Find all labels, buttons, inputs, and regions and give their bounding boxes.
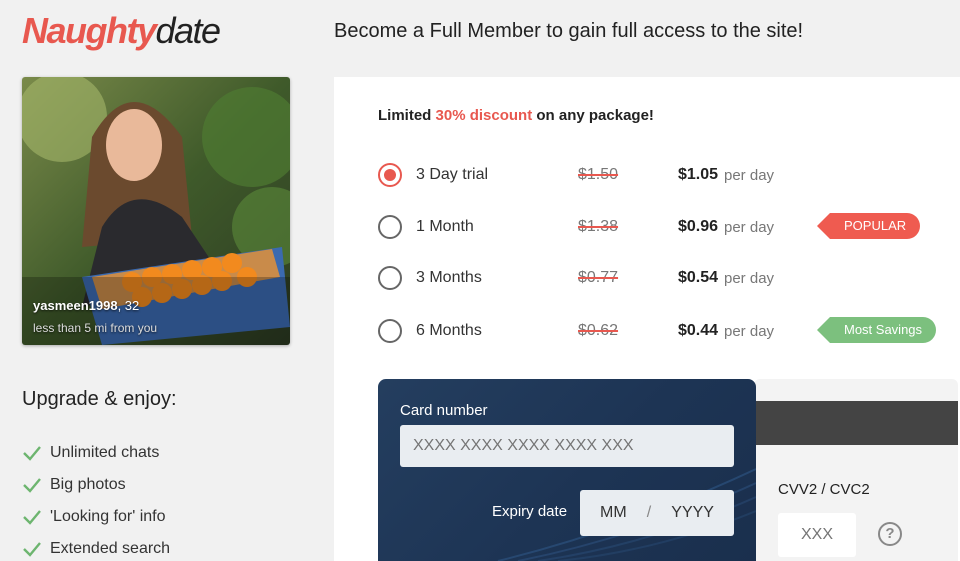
radio-button-selected[interactable] (378, 163, 402, 187)
plan-per-day: per day (724, 219, 775, 236)
profile-card[interactable]: yasmeen1998, 32 less than 5 mi from you (22, 77, 290, 345)
feature-item: Unlimited chats (22, 437, 170, 469)
upgrade-title: Upgrade & enjoy: (22, 388, 177, 410)
feature-item: 'Looking for' info (22, 501, 170, 533)
card-back: CVV2 / CVC2 ? (754, 379, 958, 561)
promo-discount: 30% discount (435, 107, 533, 124)
plan-option-6-months[interactable]: 6 Months $0.62 $0.44 per day Most Saving… (378, 317, 938, 347)
plan-option-3-months[interactable]: 3 Months $0.77 $0.54 per day (378, 264, 938, 294)
profile-name: yasmeen1998, 32 (33, 298, 139, 313)
plan-option-1-month[interactable]: 1 Month $1.38 $0.96 per day POPULAR (378, 213, 938, 243)
plan-new-price: $1.05 (678, 166, 719, 183)
card-number-label: Card number (400, 402, 488, 419)
plan-per-day: per day (724, 167, 775, 184)
check-icon (23, 510, 41, 525)
page-headline: Become a Full Member to gain full access… (334, 20, 804, 42)
plan-new-price: $0.96 (678, 218, 719, 235)
plan-name: 6 Months (416, 322, 482, 339)
card-number-input[interactable] (400, 425, 734, 467)
plan-name: 1 Month (416, 218, 474, 235)
feature-label: 'Looking for' info (50, 508, 166, 525)
plan-new-price: $0.44 (678, 322, 719, 339)
pricing-panel: Limited 30% discount on any package! 3 D… (334, 77, 960, 561)
radio-button[interactable] (378, 319, 402, 343)
feature-label: Extended search (50, 540, 171, 557)
expiry-year-input[interactable]: YYYY (671, 504, 714, 522)
profile-username: yasmeen1998 (33, 298, 118, 313)
profile-distance: less than 5 mi from you (33, 321, 158, 335)
plan-old-price: $0.77 (578, 269, 619, 286)
expiry-month-input[interactable]: MM (600, 504, 627, 522)
check-icon (23, 478, 41, 493)
expiry-date-field[interactable]: MM / YYYY (580, 490, 734, 536)
feature-item: Extended search (22, 533, 170, 561)
plan-name: 3 Day trial (416, 166, 489, 183)
magnetic-strip (754, 401, 958, 445)
plan-new-price: $0.54 (678, 269, 719, 286)
check-icon (23, 542, 41, 557)
question-circle-icon[interactable]: ? (878, 522, 902, 546)
logo-part-naughty: Naughty (22, 10, 157, 51)
feature-label: Big photos (50, 476, 126, 493)
feature-label: Unlimited chats (50, 444, 160, 461)
promo-text: Limited 30% discount on any package! (378, 107, 654, 124)
expiry-date-label: Expiry date (492, 503, 568, 520)
radio-button[interactable] (378, 215, 402, 239)
expiry-separator: / (646, 504, 652, 521)
check-icon (23, 446, 41, 461)
logo-part-date: date (155, 10, 222, 51)
feature-list: Unlimited chats Big photos 'Looking for'… (22, 437, 170, 561)
most-savings-badge: Most Savings (816, 317, 937, 343)
site-logo[interactable]: Naughtydate (22, 10, 222, 52)
profile-age: , 32 (117, 298, 140, 313)
plan-old-price: $1.38 (578, 218, 619, 235)
plan-option-3-day-trial[interactable]: 3 Day trial $1.50 $1.05 per day (378, 161, 938, 191)
plan-old-price: $0.62 (578, 322, 619, 339)
feature-item: Big photos (22, 469, 170, 501)
plan-per-day: per day (724, 270, 775, 287)
plan-name: 3 Months (416, 269, 482, 286)
card-front: Card number Expiry date MM / YYYY (378, 379, 756, 561)
promo-suffix: on any package! (532, 107, 654, 124)
plan-per-day: per day (724, 323, 775, 340)
cvv-input[interactable] (778, 513, 856, 557)
popular-badge: POPULAR (816, 213, 921, 239)
radio-button[interactable] (378, 266, 402, 290)
plan-old-price: $1.50 (578, 166, 619, 183)
promo-prefix: Limited (378, 107, 436, 124)
cvv-label: CVV2 / CVC2 (778, 481, 870, 498)
